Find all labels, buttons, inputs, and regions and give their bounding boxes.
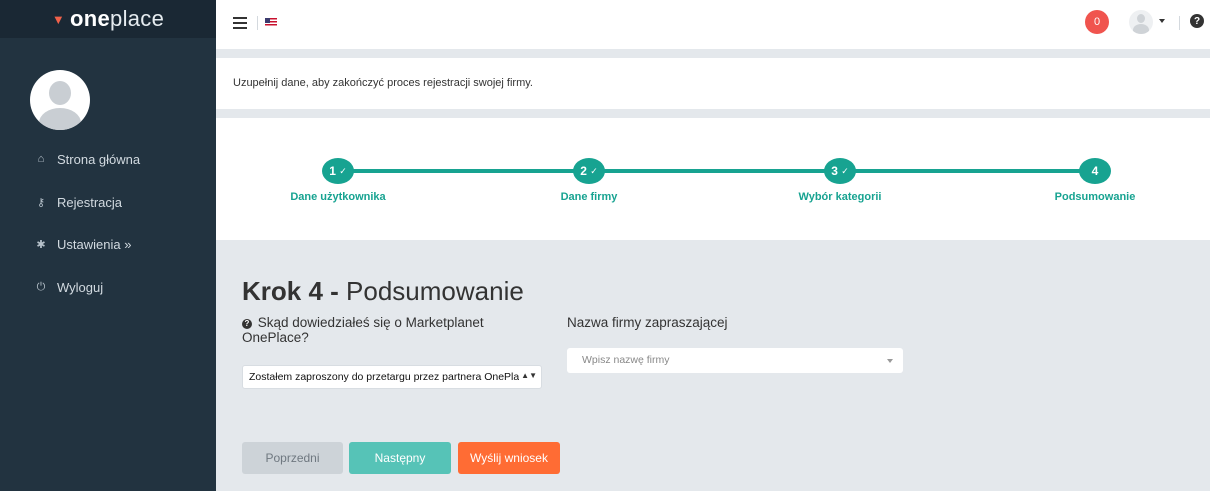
logo-text-bold: one xyxy=(70,6,111,31)
step-1-label: Dane użytkownika xyxy=(290,191,386,203)
user-avatar xyxy=(30,70,90,130)
step-2-label: Dane firmy xyxy=(560,191,618,203)
help-icon[interactable]: ? xyxy=(1190,14,1204,28)
progress-track xyxy=(337,169,1097,173)
step-2-indicator: 2 ✓ xyxy=(573,158,605,184)
gear-icon: ✱ xyxy=(36,238,46,251)
step-1-indicator: 1 ✓ xyxy=(322,158,354,184)
company-name-label: Nazwa firmy zapraszającej xyxy=(567,315,728,330)
user-avatar-head xyxy=(1137,14,1145,23)
sidebar: ▼ one place ⌂ Strona główna ⚷ Rejestracj… xyxy=(0,0,216,491)
power-icon: ⏻ xyxy=(36,280,46,293)
toolbar-divider xyxy=(1179,16,1180,30)
info-message: Uzupełnij dane, aby zakończyć proces rej… xyxy=(233,77,533,89)
summary-form: Krok 4 - Podsumowanie ? Skąd dowiedziałe… xyxy=(216,240,1210,491)
check-icon: ✓ xyxy=(590,165,598,176)
sidebar-item-label: Rejestracja xyxy=(57,194,123,210)
sidebar-item-logout[interactable]: ⏻ Wyloguj xyxy=(34,277,103,297)
step-4-indicator: 4 xyxy=(1079,158,1111,184)
sidebar-item-label: Wyloguj xyxy=(57,279,104,295)
page-title-step: Krok 4 - xyxy=(242,276,347,306)
hamburger-menu-icon[interactable] xyxy=(233,17,247,29)
top-bar: 0 ? xyxy=(216,0,1210,49)
sidebar-item-label: Strona główna xyxy=(57,151,141,167)
toolbar-divider xyxy=(257,16,258,30)
chevron-down-icon[interactable] xyxy=(1159,19,1165,23)
select-arrows-icon: ▲▼ xyxy=(519,371,537,380)
avatar-head xyxy=(49,81,71,105)
next-button[interactable]: Następny xyxy=(349,442,451,474)
notification-badge[interactable]: 0 xyxy=(1085,10,1109,34)
sidebar-item-settings[interactable]: ✱ Ustawienia » xyxy=(34,234,131,254)
user-avatar-body xyxy=(1133,24,1149,34)
chevron-down-icon xyxy=(887,359,893,363)
key-icon: ⚷ xyxy=(36,196,46,209)
step-4-label: Podsumowanie xyxy=(1054,191,1136,203)
source-select[interactable]: Zostałem zaproszony do przetargu przez p… xyxy=(242,365,542,389)
company-name-select[interactable]: Wpisz nazwę firmy xyxy=(567,348,903,373)
info-message-panel: Uzupełnij dane, aby zakończyć proces rej… xyxy=(216,58,1210,109)
sidebar-item-label: Ustawienia » xyxy=(57,236,132,252)
check-icon: ✓ xyxy=(841,165,849,176)
check-icon: ✓ xyxy=(339,165,347,176)
sidebar-item-registration[interactable]: ⚷ Rejestracja xyxy=(34,192,122,212)
previous-button[interactable]: Poprzedni xyxy=(242,442,343,474)
user-menu-avatar[interactable] xyxy=(1129,10,1153,34)
brand-logo[interactable]: ▼ one place xyxy=(0,0,216,38)
language-flag-icon[interactable] xyxy=(265,18,277,27)
progress-steps: 1 ✓ Dane użytkownika 2 ✓ Dane firmy 3 ✓ … xyxy=(216,118,1210,240)
submit-application-button[interactable]: Wyślij wniosek xyxy=(458,442,560,474)
avatar-body xyxy=(39,108,81,130)
source-question-label: ? Skąd dowiedziałeś się o Marketplanet O… xyxy=(242,315,484,345)
page-title-name: Podsumowanie xyxy=(346,276,524,306)
page-title: Krok 4 - Podsumowanie xyxy=(242,276,524,307)
logo-text-light: place xyxy=(110,6,165,31)
question-circle-icon: ? xyxy=(242,319,252,329)
sidebar-item-home[interactable]: ⌂ Strona główna xyxy=(34,149,140,169)
step-3-label: Wybór kategorii xyxy=(798,191,882,203)
home-icon: ⌂ xyxy=(37,153,45,165)
step-3-indicator: 3 ✓ xyxy=(824,158,856,184)
logo-mark-icon: ▼ xyxy=(51,11,66,27)
